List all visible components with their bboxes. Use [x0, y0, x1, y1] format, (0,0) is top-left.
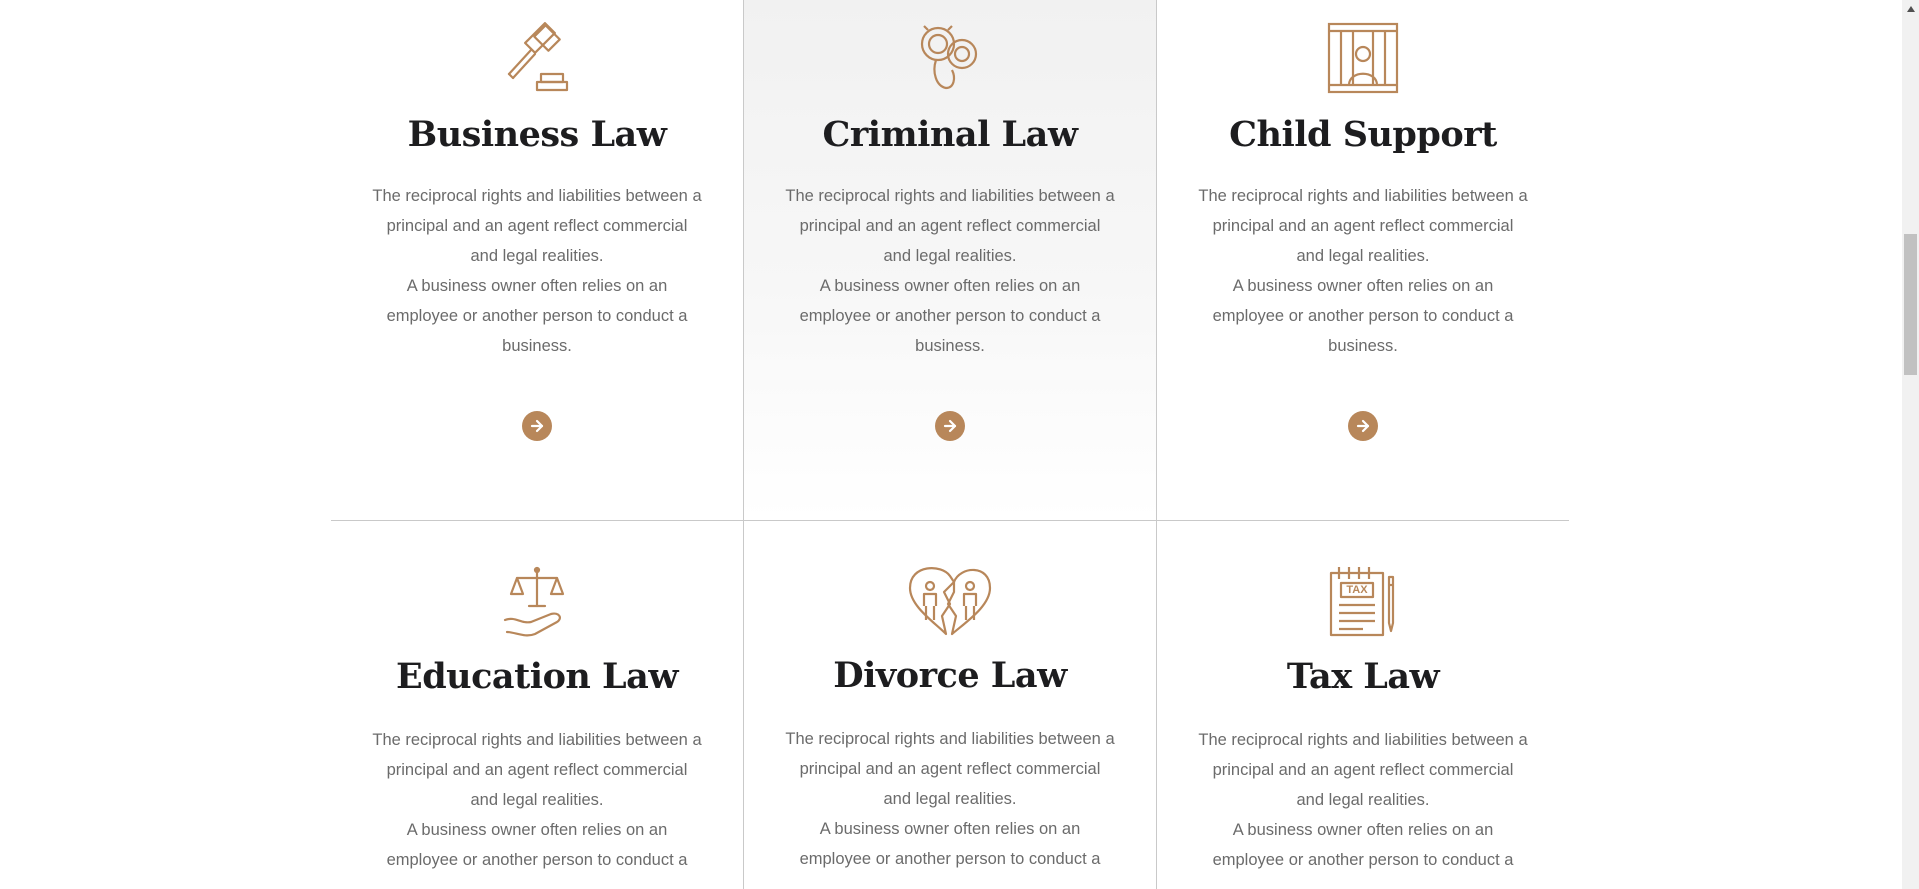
handcuffs-icon — [914, 22, 986, 94]
service-description: The reciprocal rights and liabilities be… — [785, 730, 1115, 868]
service-card-divorce-law: Divorce Law The reciprocal rights and li… — [744, 521, 1156, 889]
column-divider — [743, 0, 744, 889]
service-title: Criminal Law — [822, 114, 1078, 155]
broken-heart-icon — [906, 564, 994, 636]
read-more-button[interactable] — [522, 411, 552, 441]
service-card-education-law: Education Law The reciprocal rights and … — [331, 521, 743, 889]
tax-document-icon: TAX — [1327, 565, 1399, 637]
vertical-scrollbar[interactable] — [1902, 0, 1919, 889]
service-description: The reciprocal rights and liabilities be… — [372, 731, 702, 869]
service-card-tax-law: TAX Tax Law The reciprocal rights and li… — [1157, 521, 1569, 889]
tax-label: TAX — [1346, 584, 1368, 596]
scroll-up-button[interactable] — [1902, 0, 1919, 17]
column-divider — [1156, 0, 1157, 889]
caret-up-icon — [1906, 5, 1915, 12]
arrow-right-icon — [1356, 419, 1370, 433]
service-description: The reciprocal rights and liabilities be… — [1198, 187, 1528, 355]
arrow-right-icon — [530, 419, 544, 433]
service-title: Tax Law — [1286, 656, 1440, 697]
read-more-button[interactable] — [935, 411, 965, 441]
service-description: The reciprocal rights and liabilities be… — [785, 187, 1115, 355]
prison-bars-icon — [1327, 22, 1399, 94]
service-card-child-support: Child Support The reciprocal rights and … — [1157, 0, 1569, 520]
arrow-right-icon — [943, 419, 957, 433]
service-title: Business Law — [407, 114, 667, 155]
service-card-criminal-law: Criminal Law The reciprocal rights and l… — [744, 0, 1156, 520]
scales-hand-icon — [501, 566, 573, 638]
services-grid: Business Law The reciprocal rights and l… — [331, 0, 1569, 889]
service-description: The reciprocal rights and liabilities be… — [372, 187, 702, 355]
service-card-business-law: Business Law The reciprocal rights and l… — [331, 0, 743, 520]
read-more-button[interactable] — [1348, 411, 1378, 441]
scrollbar-thumb[interactable] — [1904, 234, 1917, 375]
row-divider — [331, 520, 1569, 521]
service-title: Child Support — [1229, 114, 1497, 155]
service-title: Divorce Law — [833, 655, 1067, 696]
gavel-icon — [501, 22, 573, 94]
service-description: The reciprocal rights and liabilities be… — [1198, 731, 1528, 869]
service-title: Education Law — [396, 656, 678, 697]
